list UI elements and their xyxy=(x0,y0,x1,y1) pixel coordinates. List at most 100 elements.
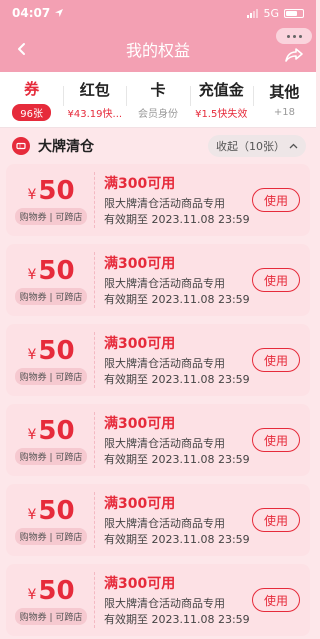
coupon-threshold: 满300可用 xyxy=(104,415,176,432)
coupon-description: 限大牌清仓活动商品专用 xyxy=(104,276,225,290)
coupon-expiry: 有效期至 2023.11.08 23:59 xyxy=(104,212,250,226)
coupon-scope-tag: 购物券 | 可跨店 xyxy=(14,527,88,545)
status-bar: 04:07 5G xyxy=(0,0,316,26)
coupon-description: 限大牌清仓活动商品专用 xyxy=(104,196,225,210)
coupon-threshold: 满300可用 xyxy=(104,575,176,592)
battery-icon xyxy=(284,8,304,18)
coupon-value: ¥50 购物券 | 可跨店 xyxy=(6,416,96,465)
use-coupon-button[interactable]: 使用 xyxy=(252,428,300,452)
section-header: 大牌清仓 收起（10张） xyxy=(0,128,316,164)
coupon-card: ¥50 购物券 | 可跨店 满300可用 限大牌清仓活动商品专用 有效期至 20… xyxy=(6,564,310,636)
use-coupon-button[interactable]: 使用 xyxy=(252,348,300,372)
share-icon[interactable] xyxy=(282,43,306,67)
amount-number: 50 xyxy=(38,335,75,366)
coupon-value: ¥50 购物券 | 可跨店 xyxy=(6,576,96,625)
currency-symbol: ¥ xyxy=(27,506,37,523)
coupon-amount: ¥50 xyxy=(27,576,74,606)
amount-number: 50 xyxy=(38,415,75,446)
coupon-info: 满300可用 限大牌清仓活动商品专用 有效期至 2023.11.08 23:59 xyxy=(96,573,252,628)
section-left: 大牌清仓 xyxy=(12,136,94,156)
currency-symbol: ¥ xyxy=(27,346,37,363)
coupon-list: ¥50 购物券 | 可跨店 满300可用 限大牌清仓活动商品专用 有效期至 20… xyxy=(0,164,316,636)
currency-symbol: ¥ xyxy=(27,426,37,443)
coupon-value: ¥50 购物券 | 可跨店 xyxy=(6,336,96,385)
tab-label: 红包 xyxy=(79,81,110,99)
coupon-info: 满300可用 限大牌清仓活动商品专用 有效期至 2023.11.08 23:59 xyxy=(96,493,252,548)
coupon-value: ¥50 购物券 | 可跨店 xyxy=(6,496,96,545)
coupon-expiry: 有效期至 2023.11.08 23:59 xyxy=(104,532,250,546)
coupon-card: ¥50 购物券 | 可跨店 满300可用 限大牌清仓活动商品专用 有效期至 20… xyxy=(6,324,310,396)
page-title: 我的权益 xyxy=(125,41,190,60)
chevron-up-icon xyxy=(289,143,298,149)
coupon-scope-tag: 购物券 | 可跨店 xyxy=(14,207,88,225)
tab-cards[interactable]: 卡 会员身份 xyxy=(126,72,189,127)
coupon-scope-tag: 购物券 | 可跨店 xyxy=(14,607,88,625)
tab-label: 卡 xyxy=(150,81,166,99)
coupon-description: 限大牌清仓活动商品专用 xyxy=(104,516,225,530)
coupon-threshold: 满300可用 xyxy=(104,255,176,272)
location-arrow-icon xyxy=(55,9,64,17)
coupon-value: ¥50 购物券 | 可跨店 xyxy=(6,256,96,305)
status-right: 5G xyxy=(247,7,304,20)
status-left: 04:07 xyxy=(12,6,64,20)
coupon-scope-tag: 购物券 | 可跨店 xyxy=(14,287,88,305)
amount-number: 50 xyxy=(38,495,75,526)
use-coupon-button[interactable]: 使用 xyxy=(252,588,300,612)
coupon-amount: ¥50 xyxy=(27,336,74,366)
currency-symbol: ¥ xyxy=(27,586,37,603)
coupon-amount: ¥50 xyxy=(27,256,74,286)
coupon-info: 满300可用 限大牌清仓活动商品专用 有效期至 2023.11.08 23:59 xyxy=(96,413,252,468)
coupon-amount: ¥50 xyxy=(27,176,74,206)
coupon-card: ¥50 购物券 | 可跨店 满300可用 限大牌清仓活动商品专用 有效期至 20… xyxy=(6,244,310,316)
nav-bar: 我的权益 xyxy=(0,26,316,72)
currency-symbol: ¥ xyxy=(27,186,37,203)
coupon-description: 限大牌清仓活动商品专用 xyxy=(104,436,225,450)
coupon-scope-tag: 购物券 | 可跨店 xyxy=(14,447,88,465)
coupon-amount: ¥50 xyxy=(27,496,74,526)
currency-symbol: ¥ xyxy=(27,266,37,283)
tab-coupons[interactable]: 券 96张 xyxy=(0,72,63,127)
benefit-tabs: 券 96张 红包 ¥43.19快... 卡 会员身份 充值金 ¥1.5快失效 其… xyxy=(0,72,316,128)
coupon-card: ¥50 购物券 | 可跨店 满300可用 限大牌清仓活动商品专用 有效期至 20… xyxy=(6,164,310,236)
use-coupon-button[interactable]: 使用 xyxy=(252,508,300,532)
amount-number: 50 xyxy=(38,255,75,286)
use-coupon-button[interactable]: 使用 xyxy=(252,268,300,292)
tab-subtext: 会员身份 xyxy=(138,109,178,120)
coupon-threshold: 满300可用 xyxy=(104,175,176,192)
coupon-description: 限大牌清仓活动商品专用 xyxy=(104,596,225,610)
collapse-button[interactable]: 收起（10张） xyxy=(208,135,306,157)
ticket-icon xyxy=(12,137,30,155)
tab-others[interactable]: 其他 +18 xyxy=(252,72,316,127)
network-label: 5G xyxy=(263,6,279,20)
coupon-expiry: 有效期至 2023.11.08 23:59 xyxy=(104,292,250,306)
tab-label: 其他 xyxy=(269,83,300,101)
tab-red-packets[interactable]: 红包 ¥43.19快... xyxy=(63,72,126,127)
coupon-info: 满300可用 限大牌清仓活动商品专用 有效期至 2023.11.08 23:59 xyxy=(96,253,252,308)
tab-subtext: ¥43.19快... xyxy=(67,109,123,120)
tab-subtext: +18 xyxy=(273,107,295,118)
tab-recharge[interactable]: 充值金 ¥1.5快失效 xyxy=(189,72,253,127)
coupon-value: ¥50 购物券 | 可跨店 xyxy=(6,176,96,225)
coupon-info: 满300可用 限大牌清仓活动商品专用 有效期至 2023.11.08 23:59 xyxy=(96,333,252,388)
section-title: 大牌清仓 xyxy=(38,139,94,155)
status-time: 04:07 xyxy=(12,6,51,20)
coupon-description: 限大牌清仓活动商品专用 xyxy=(104,356,225,370)
more-dots-icon[interactable] xyxy=(276,28,312,44)
tab-count-badge: 96张 xyxy=(12,104,51,121)
coupon-threshold: 满300可用 xyxy=(104,335,176,352)
tab-subtext: ¥1.5快失效 xyxy=(195,109,248,120)
coupon-scope-tag: 购物券 | 可跨店 xyxy=(14,367,88,385)
coupon-expiry: 有效期至 2023.11.08 23:59 xyxy=(104,452,250,466)
amount-number: 50 xyxy=(38,575,75,606)
use-coupon-button[interactable]: 使用 xyxy=(252,188,300,212)
coupon-card: ¥50 购物券 | 可跨店 满300可用 限大牌清仓活动商品专用 有效期至 20… xyxy=(6,484,310,556)
coupon-card: ¥50 购物券 | 可跨店 满300可用 限大牌清仓活动商品专用 有效期至 20… xyxy=(6,404,310,476)
coupon-amount: ¥50 xyxy=(27,416,74,446)
tab-label: 充值金 xyxy=(198,81,244,99)
coupon-expiry: 有效期至 2023.11.08 23:59 xyxy=(104,372,250,386)
coupon-threshold: 满300可用 xyxy=(104,495,176,512)
tab-label: 券 xyxy=(24,80,40,98)
coupon-info: 满300可用 限大牌清仓活动商品专用 有效期至 2023.11.08 23:59 xyxy=(96,173,252,228)
back-arrow-icon[interactable] xyxy=(10,37,34,61)
coupon-expiry: 有效期至 2023.11.08 23:59 xyxy=(104,612,250,626)
